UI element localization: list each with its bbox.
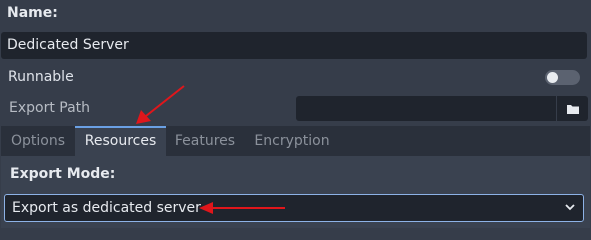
runnable-label: Runnable xyxy=(8,69,74,85)
folder-icon xyxy=(566,104,579,114)
runnable-toggle[interactable] xyxy=(545,70,580,85)
tab-options[interactable]: Options xyxy=(1,126,75,156)
export-path-field[interactable] xyxy=(296,96,556,121)
tab-resources[interactable]: Resources xyxy=(75,126,166,156)
tab-bar: Options Resources Features Encryption xyxy=(1,126,590,156)
name-field[interactable]: Dedicated Server xyxy=(1,32,587,59)
browse-folder-button[interactable] xyxy=(557,96,588,121)
export-mode-label: Export Mode: xyxy=(10,166,116,182)
export-mode-value: Export as dedicated server xyxy=(12,200,201,216)
tab-features[interactable]: Features xyxy=(166,126,244,156)
tab-encryption[interactable]: Encryption xyxy=(244,126,340,156)
chevron-down-icon xyxy=(565,204,575,211)
export-path-label: Export Path xyxy=(9,100,91,116)
toggle-knob xyxy=(547,72,558,83)
export-mode-select[interactable]: Export as dedicated server xyxy=(4,194,584,222)
name-label: Name: xyxy=(7,5,58,21)
arrow-to-resources-tab-icon xyxy=(136,85,185,124)
